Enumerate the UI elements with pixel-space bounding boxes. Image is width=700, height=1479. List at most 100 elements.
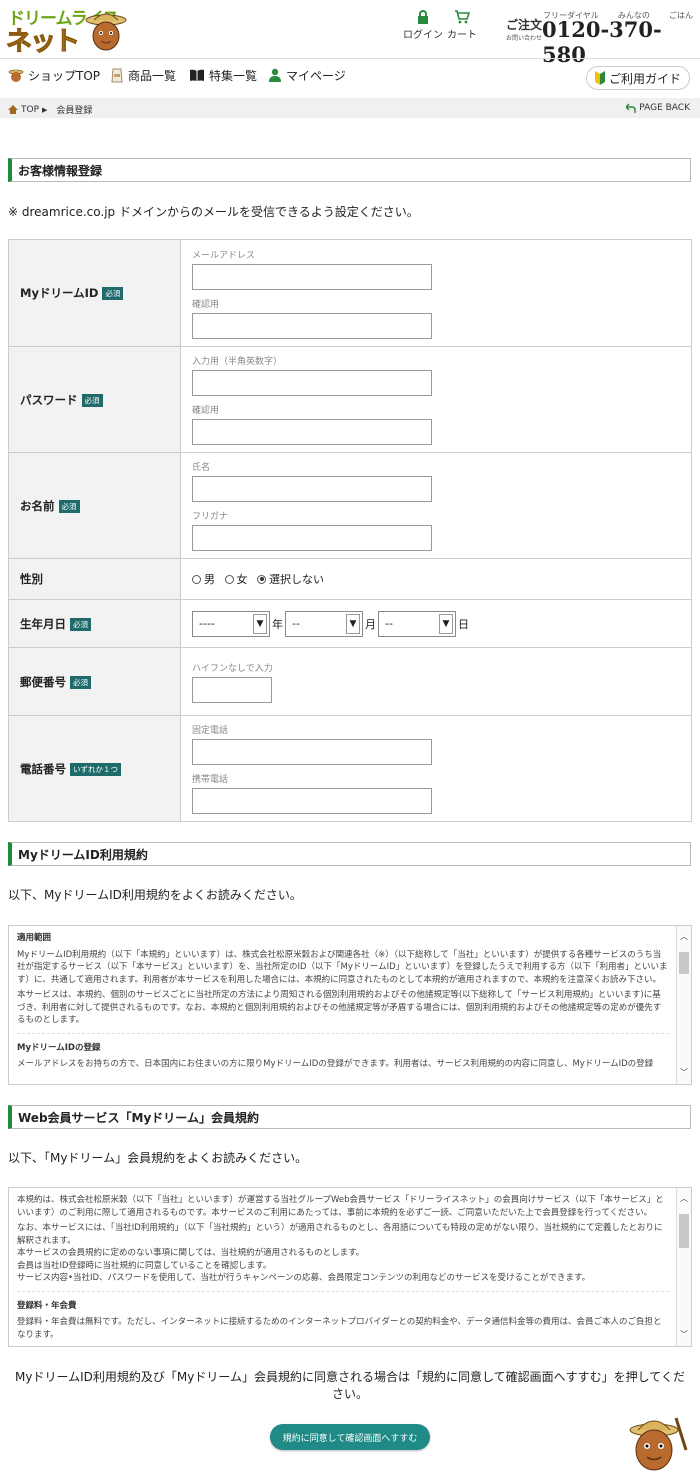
gender-radio-male[interactable]: 男 [192, 571, 215, 587]
password-field[interactable] [192, 370, 432, 396]
email-confirm-field[interactable] [192, 312, 432, 339]
agree-instruction: MyドリームID利用規約及び「Myドリーム」会員規約に同意される場合は「規約に同… [15, 1370, 685, 1401]
row-myid: MyドリームID 必須 メールアドレス 確認用 [8, 239, 692, 347]
chevron-down-icon: ▼ [439, 613, 453, 634]
required-badge: 必須 [70, 617, 91, 631]
year-unit: 年 [272, 617, 283, 631]
nav-products[interactable]: 商品一覧 [110, 65, 176, 85]
nav-mypage-label: マイページ [286, 68, 346, 83]
order-label: ご注文 [506, 18, 543, 32]
row-name: お名前 必須 氏名 フリガナ [8, 452, 692, 559]
myid-terms-paragraph: MyドリームID利用規約（以下「本規約」といいます）は、株式会社松原米穀および関… [17, 949, 668, 985]
site-logo[interactable]: ドリームライス ネット [5, 4, 127, 58]
phone-input-cell: 固定電話 携帯電話 [180, 715, 692, 822]
scroll-up-icon[interactable]: ︿ [677, 1192, 691, 1206]
cart-link[interactable]: カート [442, 10, 482, 41]
scroll-thumb[interactable] [679, 1214, 689, 1248]
page-back-link[interactable]: PAGE BACK [626, 103, 690, 113]
scroll-down-icon[interactable]: ﹀ [677, 1328, 691, 1342]
either-one-badge: いずれか１つ [70, 762, 121, 776]
landline-field[interactable] [192, 739, 432, 765]
myid-terms-heading-registration: MyドリームIDの登録 [17, 1042, 101, 1053]
birth-month-select[interactable]: -- ▼ [285, 610, 363, 637]
agree-and-confirm-button[interactable]: 規約に同意して確認画面へすすむ [270, 1424, 430, 1450]
row-gender: 性別 男 女 選択しない [8, 558, 692, 600]
birth-year-select[interactable]: ---- ▼ [192, 610, 270, 637]
lock-icon [418, 10, 428, 24]
myid-terms-note: 以下、MyドリームID利用規約をよくお読みください。 [8, 888, 302, 902]
password-label-cell: パスワード 必須 [8, 346, 181, 453]
birthday-label-cell: 生年月日 必須 [8, 599, 181, 648]
guide-label: ご利用ガイド [608, 71, 681, 86]
breadcrumb-trail: TOP ▶ 会員登録 [8, 103, 92, 116]
password-field-label: 入力用（半角英数字） [192, 357, 283, 367]
required-badge: 必須 [70, 675, 91, 689]
birthday-label: 生年月日 [20, 616, 66, 631]
login-label: ログイン [403, 30, 443, 41]
nav-mypage[interactable]: マイページ [268, 65, 346, 85]
member-terms-paragraph: サービス内容•当社ID、パスワードを使用して、当社が行うキャンペーンの応募、会員… [17, 1273, 591, 1283]
member-terms-paragraph: 本規約は、株式会社松原米穀（以下「当社」といいます）が運営する当社グループWeb… [17, 1195, 664, 1218]
myid-terms-scrollbar[interactable]: ︿ ﹀ [676, 926, 691, 1084]
myid-terms-heading-scope: 適用範囲 [17, 933, 52, 943]
email-field[interactable] [192, 263, 432, 290]
postal-label: 郵便番号 [20, 674, 66, 689]
breadcrumb-top[interactable]: TOP [21, 105, 39, 115]
shop-mascot-icon [8, 69, 24, 82]
gender-radio-female[interactable]: 女 [224, 571, 248, 587]
myid-terms-paragraph: メールアドレスをお持ちの方で、日本国内にお住まいの方に限りMyドリームIDの登録… [17, 1059, 654, 1069]
landline-field-label: 固定電話 [192, 726, 229, 736]
mobile-field[interactable] [192, 788, 432, 814]
nav-shop-top[interactable]: ショップTOP [8, 65, 100, 85]
radio-icon [224, 574, 234, 584]
logo-line2: ネット [5, 27, 80, 58]
full-name-field[interactable] [192, 476, 432, 502]
myid-input-cell: メールアドレス 確認用 [180, 239, 692, 347]
myid-terms-box[interactable]: 適用範囲 MyドリームID利用規約（以下「本規約」といいます）は、株式会社松原米… [8, 925, 692, 1085]
gender-radio-unspecified[interactable]: 選択しない [257, 571, 324, 587]
birth-day-select[interactable]: -- ▼ [378, 610, 456, 637]
gender-label: 性別 [20, 572, 43, 586]
full-name-field-label: 氏名 [192, 463, 211, 473]
main-nav: ショップTOP 商品一覧 特集一覧 マイページ ご利用ガイド [0, 58, 700, 98]
furigana-field[interactable] [192, 525, 432, 551]
section-member-terms-heading: Web会員サービス「Myドリーム」会員規約 [8, 1105, 691, 1129]
gender-option-label: 選択しない [269, 573, 324, 586]
member-terms-box[interactable]: 本規約は、株式会社松原米穀（以下「当社」といいます）が運営する当社グループWeb… [8, 1187, 692, 1347]
breadcrumb: TOP ▶ 会員登録 PAGE BACK [0, 98, 700, 118]
phone-label-cell: 電話番号 いずれか１つ [8, 715, 181, 822]
postal-label-cell: 郵便番号 必須 [8, 647, 181, 716]
nav-shop-top-label: ショップTOP [28, 68, 101, 83]
myid-label-cell: MyドリームID 必須 [8, 239, 181, 347]
required-badge: 必須 [81, 393, 103, 407]
rice-bag-icon [111, 68, 123, 83]
scroll-down-icon[interactable]: ﹀ [677, 1066, 691, 1080]
email-field-label: メールアドレス [192, 250, 256, 261]
required-badge: 必須 [102, 287, 124, 300]
page-top-mascot-icon[interactable] [620, 1410, 692, 1476]
order-sub-label: お問い合わせ [506, 35, 543, 42]
section-myid-terms-heading: MyドリームID利用規約 [8, 842, 691, 866]
nav-features-label: 特集一覧 [209, 68, 258, 83]
postal-code-field[interactable] [192, 676, 272, 703]
birthday-input-cell: ---- ▼ 年 -- ▼ 月 -- ▼ 日 [180, 599, 692, 648]
nav-features[interactable]: 特集一覧 [189, 65, 257, 85]
password-confirm-field[interactable] [192, 419, 432, 445]
user-icon [269, 68, 281, 82]
month-unit: 月 [365, 617, 376, 631]
scroll-thumb[interactable] [679, 952, 689, 974]
nav-products-label: 商品一覧 [128, 68, 177, 83]
member-terms-scrollbar[interactable]: ︿ ﹀ [676, 1188, 691, 1346]
birth-day-value: -- [385, 617, 393, 630]
member-terms-paragraph: 会員は当社ID登録時に当社規約に同意していることを確認します。 [17, 1260, 272, 1271]
domain-note: ※ dreamrice.co.jp ドメインからのメールを受信できるよう設定くだ… [8, 205, 419, 219]
password-input-cell: 入力用（半角英数字） 確認用 [180, 346, 692, 453]
row-phone: 電話番号 いずれか１つ 固定電話 携帯電話 [8, 715, 692, 822]
mobile-field-label: 携帯電話 [192, 775, 229, 785]
day-unit: 日 [458, 617, 469, 631]
login-link[interactable]: ログイン [403, 10, 443, 41]
row-password: パスワード 必須 入力用（半角英数字） 確認用 [8, 346, 692, 453]
member-terms-note: 以下、「Myドリーム」会員規約をよくお読みください。 [8, 1151, 308, 1165]
scroll-up-icon[interactable]: ︿ [677, 930, 691, 944]
guide-button[interactable]: ご利用ガイド [586, 66, 690, 90]
